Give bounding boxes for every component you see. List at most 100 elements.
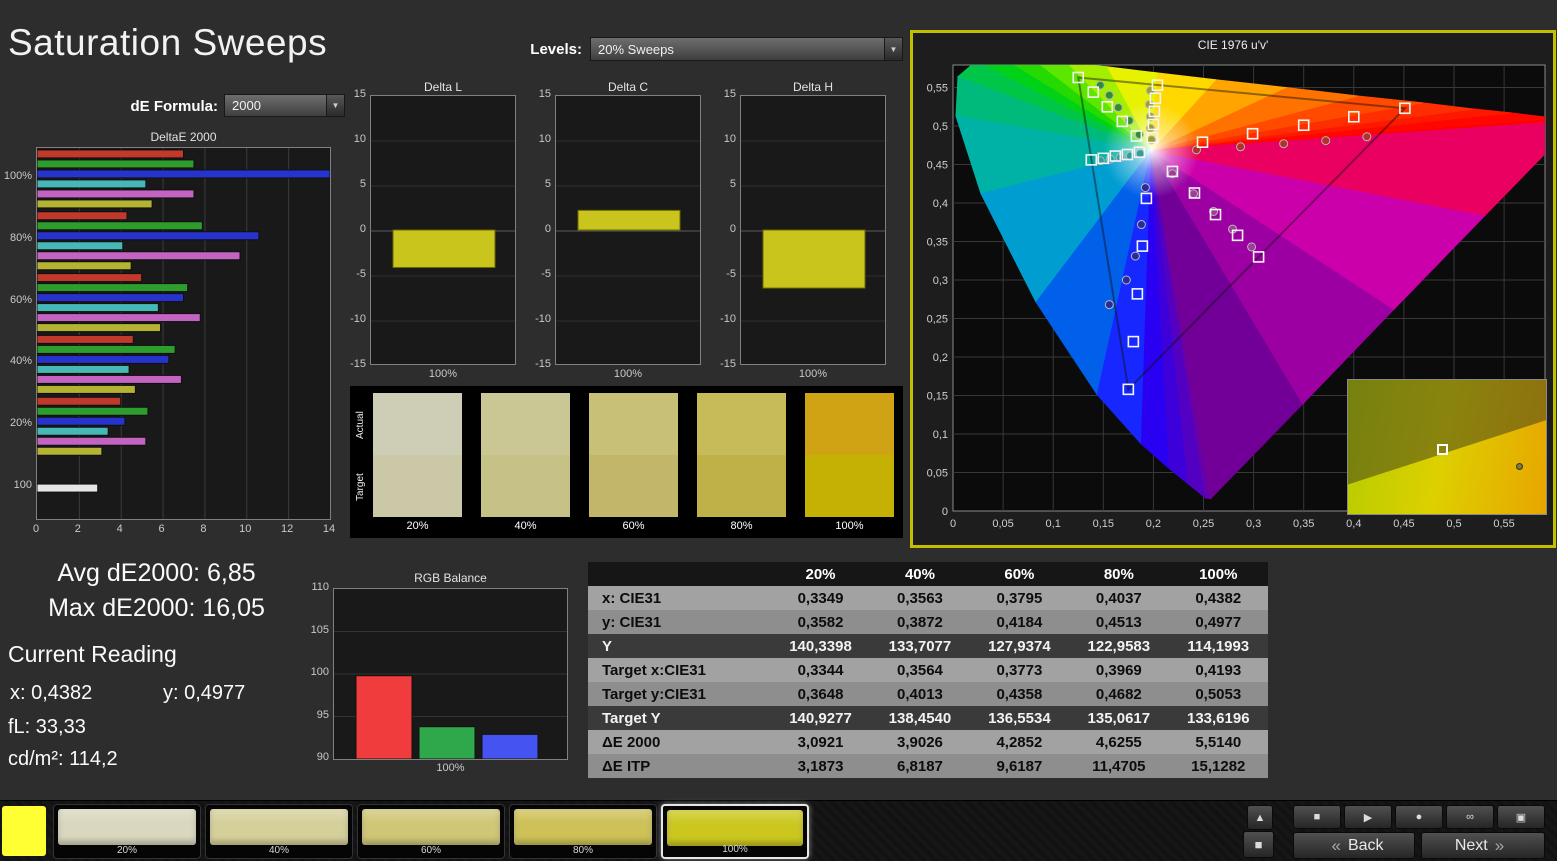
cie-x-tick: 0,1 [1046, 518, 1061, 530]
target-swatch-20% [373, 455, 462, 517]
delta_h-canvas [741, 96, 885, 364]
deltae-x-tick: 14 [320, 523, 338, 535]
table-cell: 0,3872 [870, 610, 969, 634]
deltae-bar [37, 375, 181, 383]
deltae-bar [37, 447, 102, 455]
cie-measured-point [1131, 252, 1139, 260]
table-cell: 6,8187 [870, 754, 969, 778]
cie-measured-point [1237, 143, 1245, 151]
cie-y-tick: 0,45 [927, 160, 948, 172]
table-cell: 3,9026 [870, 730, 969, 754]
table-cell: 0,4682 [1069, 682, 1168, 706]
record-button[interactable]: ● [1395, 805, 1443, 829]
deltae-bar [37, 345, 175, 353]
table-header-cell: 40% [870, 562, 969, 586]
delta-l-chart [370, 95, 516, 365]
deltae-y-label: 100 [0, 479, 32, 491]
deltae-bar [37, 252, 240, 260]
cie-x-tick: 0,15 [1093, 518, 1114, 530]
table-cell: 0,4037 [1069, 586, 1168, 610]
level-button-80%[interactable]: 80% [509, 804, 657, 859]
swatch-col-label: 80% [697, 520, 786, 532]
reading-y: y: 0,4977 [163, 682, 245, 705]
table-row: y: CIE310,35820,38720,41840,45130,4977 [588, 610, 1268, 634]
deltae-canvas [37, 148, 330, 519]
delta_h-y-tick: 10 [708, 133, 736, 145]
actual-swatch-20% [373, 393, 462, 455]
cie-y-tick: 0,5 [933, 121, 948, 133]
deltae-bar [37, 160, 194, 168]
table-header-cell: 60% [970, 562, 1069, 586]
table-cell: 3,1873 [771, 754, 870, 778]
de-formula-select[interactable]: 2000 ▼ [224, 94, 345, 117]
delta_h-y-tick: -10 [708, 313, 736, 325]
up-arrow-button[interactable]: ▲ [1247, 805, 1273, 830]
delta-l-xlabel: 100% [370, 368, 516, 380]
delta_l-y-tick: -15 [338, 358, 366, 370]
delta_l-y-tick: -10 [338, 313, 366, 325]
table-cell: 4,2852 [970, 730, 1069, 754]
level-button-40%[interactable]: 40% [205, 804, 353, 859]
table-cell: 133,6196 [1169, 706, 1268, 730]
rgb-balance-chart [333, 588, 568, 760]
level-button-100%[interactable]: 100% [661, 804, 809, 859]
deltae-bar [37, 294, 184, 302]
delta-c-xlabel: 100% [555, 368, 701, 380]
table-row-label: Target Y [588, 706, 771, 730]
cie-measured-point [1141, 184, 1149, 192]
reading-fl: fL: 33,33 [8, 716, 86, 739]
up-arrow-icon: ▲ [1255, 812, 1266, 824]
inset-measure-dot [1516, 463, 1523, 470]
delta_h-y-tick: -5 [708, 268, 736, 280]
table-header-cell: 100% [1169, 562, 1268, 586]
table-cell: 114,1993 [1169, 634, 1268, 658]
deltae-bar [37, 365, 129, 373]
next-button[interactable]: Next » [1421, 832, 1545, 859]
inset-target-marker [1437, 444, 1448, 455]
capture-button[interactable]: ▣ [1497, 805, 1545, 829]
cie-y-tick: 0,55 [927, 83, 948, 95]
cie-x-tick: 0,05 [992, 518, 1013, 530]
delta_c-canvas [556, 96, 700, 364]
stop-button[interactable]: ■ [1293, 805, 1341, 829]
deltae-bar [37, 324, 160, 332]
deltae-y-label: 60% [0, 294, 32, 306]
levels-select[interactable]: 20% Sweeps ▼ [590, 37, 903, 61]
deltae-bar [37, 242, 123, 250]
deltae-bar [37, 385, 135, 393]
table-cell: 0,4013 [870, 682, 969, 706]
table-cell: 0,4382 [1169, 586, 1268, 610]
deltae-bar [37, 170, 330, 178]
back-button[interactable]: « Back [1293, 832, 1415, 859]
loop-button[interactable]: ∞ [1446, 805, 1494, 829]
next-label: Next [1455, 837, 1488, 855]
cie-x-tick: 0,55 [1493, 518, 1514, 530]
deltae-bar [37, 417, 125, 425]
cie-x-tick: 0,25 [1193, 518, 1214, 530]
deltae-x-tick: 10 [236, 523, 254, 535]
deltae-bar [37, 397, 121, 405]
cie-x-tick: 0,5 [1446, 518, 1461, 530]
table-cell: 0,4358 [970, 682, 1069, 706]
target-swatch-100% [805, 455, 894, 517]
level-button-60%[interactable]: 60% [357, 804, 505, 859]
deltae-x-tick: 8 [194, 523, 212, 535]
table-cell: 138,4540 [870, 706, 969, 730]
actual-swatch-40% [481, 393, 570, 455]
table-cell: 0,3349 [771, 586, 870, 610]
delta_h-bar [763, 230, 865, 288]
cie-y-tick: 0,4 [933, 198, 948, 210]
play-button[interactable]: ▶ [1344, 805, 1392, 829]
deltae-bar [37, 190, 194, 198]
stop-large-button[interactable]: ■ [1243, 831, 1274, 858]
cie-x-tick: 0,4 [1346, 518, 1361, 530]
active-patch-swatch[interactable] [2, 806, 46, 856]
cie-measured-point [1122, 276, 1130, 284]
loop-icon: ∞ [1466, 811, 1474, 823]
level-button-20%[interactable]: 20% [53, 804, 201, 859]
deltae-bar [37, 427, 108, 435]
deltae-bar [37, 262, 131, 270]
measurement-table: 20%40%60%80%100% x: CIE310,33490,35630,3… [588, 562, 1268, 778]
cie-measured-point [1189, 190, 1197, 198]
delta_l-canvas [371, 96, 515, 364]
